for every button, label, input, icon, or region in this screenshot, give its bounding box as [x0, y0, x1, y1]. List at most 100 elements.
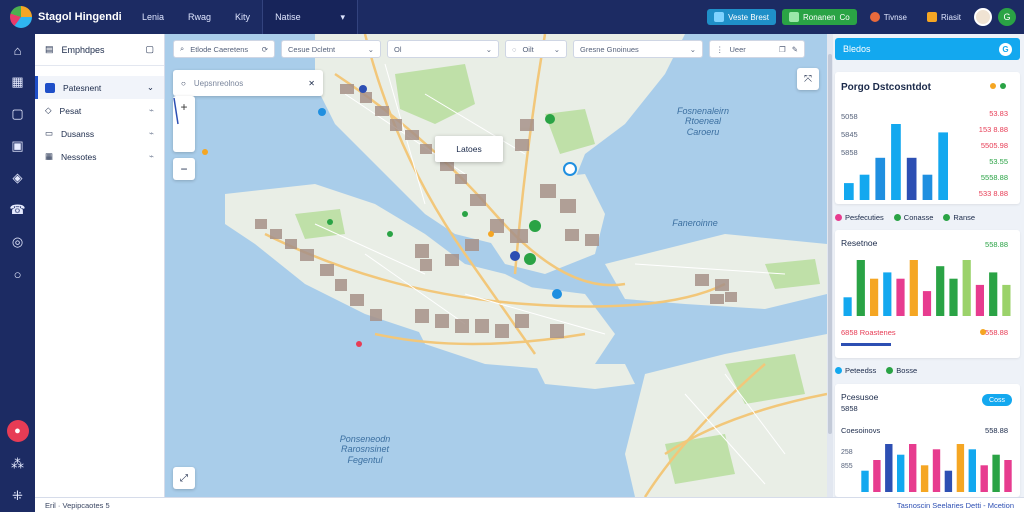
scrollbar-thumb[interactable] [828, 54, 832, 434]
phone-icon[interactable]: ☎ [0, 194, 35, 226]
chart-bar[interactable] [870, 278, 879, 316]
link-icon[interactable]: ⌁ [149, 151, 154, 162]
panel-scrollbar[interactable] [827, 34, 833, 497]
map-canvas[interactable] [165, 34, 827, 497]
panel-header-button[interactable]: G [999, 42, 1012, 56]
profile-button[interactable]: G [998, 8, 1016, 26]
chart-bar[interactable] [883, 272, 892, 316]
layers-icon[interactable]: ◈ [0, 162, 35, 194]
home-icon[interactable]: ⌂ [0, 34, 35, 66]
chart-bar[interactable] [962, 260, 971, 316]
chart-bar[interactable] [1004, 460, 1012, 492]
legend-item[interactable]: Peteedss [835, 366, 876, 375]
status-dot-icon [990, 83, 996, 89]
filter-select-2[interactable]: Cesue Dcletnt ⌄ [281, 40, 381, 58]
chart-bar[interactable] [859, 174, 870, 200]
chart-bar[interactable] [922, 291, 932, 316]
chart-bar[interactable] [906, 157, 917, 200]
primary-action-button[interactable]: Veste Brest [707, 9, 776, 25]
chart-bar[interactable] [885, 444, 893, 492]
search-icon[interactable]: ○ [0, 258, 35, 290]
zoom-out-button[interactable]: − [173, 158, 195, 180]
alert-icon[interactable]: ● [6, 420, 29, 442]
secondary-action-button[interactable]: Ronanen Co [782, 9, 857, 25]
apps-icon[interactable]: ⁂ [0, 448, 35, 480]
user-avatar[interactable] [974, 8, 992, 26]
legend-item[interactable]: Ranse [943, 213, 975, 222]
chart-bar[interactable] [844, 183, 854, 200]
monitor-icon [714, 12, 725, 22]
chart-bar[interactable] [920, 465, 929, 492]
map-search[interactable]: ○ Uepsnreolnos ✕ [173, 70, 323, 96]
chart-bar[interactable] [938, 132, 948, 200]
link-icon[interactable]: ⌁ [149, 128, 154, 139]
nav-label: Natise [275, 12, 301, 22]
chart-bar[interactable] [956, 444, 965, 492]
chart-bar[interactable] [909, 444, 917, 492]
filter-chip[interactable]: Coss [982, 394, 1012, 406]
nav-item-2[interactable]: Rwag [176, 0, 223, 34]
chart-bar[interactable] [873, 460, 881, 492]
chart-bar[interactable] [875, 157, 886, 200]
chart-bar[interactable] [989, 272, 998, 316]
menu-item-2[interactable]: Riasit [920, 9, 968, 25]
chart-bar[interactable] [861, 470, 869, 492]
progress-line [841, 343, 891, 346]
layer-item[interactable]: ◇ Pesat ⌁ [35, 99, 164, 122]
chart-bar[interactable] [980, 465, 988, 492]
grid-icon[interactable]: ▦ [0, 66, 35, 98]
map-view[interactable]: ⌕ Etlode Caeretens ⟳ Cesue Dcletnt ⌄ Ol ⌄ ◌ O… [165, 34, 827, 497]
filter-select-4[interactable]: ◌ Oilt ⌄ [505, 40, 567, 58]
folder-icon[interactable]: ▣ [0, 130, 35, 162]
chart-bar[interactable] [843, 297, 852, 316]
filter-select-6[interactable]: ⋮ Ueer ❐ ✎ [709, 40, 805, 58]
chart-bar[interactable] [949, 278, 958, 316]
square-icon[interactable]: ▢ [0, 98, 35, 130]
panel-header-title: Bledos [843, 44, 871, 54]
menu-item-1[interactable]: Tivnse [863, 9, 914, 25]
collapse-icon[interactable]: ▢ [145, 44, 154, 55]
chart-bar[interactable] [856, 260, 865, 316]
filter-select-1[interactable]: ⌕ Etlode Caeretens ⟳ [173, 40, 275, 58]
filter-select-5[interactable]: Gresne Gnoinues ⌄ [573, 40, 703, 58]
chart-bar[interactable] [936, 266, 945, 316]
chart-bar[interactable] [897, 454, 905, 492]
map-popup[interactable]: Latoes [435, 136, 503, 162]
chevron-down-icon[interactable]: ⌄ [147, 82, 154, 93]
layer-item[interactable]: ▭ Dusanss ⌁ [35, 122, 164, 145]
chart-bar[interactable] [932, 449, 941, 492]
nav-item-4[interactable]: Natise ▾ [262, 0, 359, 34]
legend-item[interactable]: Pesfecuties [835, 213, 884, 222]
close-icon[interactable]: ✕ [308, 79, 315, 88]
chart-bar[interactable] [968, 449, 976, 492]
legend-item[interactable]: Conasse [893, 212, 934, 222]
layer-item[interactable]: Patesnent ⌄ [35, 76, 164, 99]
legend-label: Conasse [903, 212, 934, 222]
nav-item-3[interactable]: Kity [223, 0, 262, 34]
fullscreen-button[interactable]: ⤢ [173, 467, 195, 489]
chart-bar[interactable] [992, 454, 1000, 492]
compass-icon[interactable]: ◎ [0, 226, 35, 258]
card-value: 53.55 [989, 157, 1008, 166]
chart-bar[interactable] [975, 284, 984, 316]
brand[interactable]: Stagol Hingendi [0, 6, 130, 28]
search-input[interactable]: Uepsnreolnos [194, 79, 300, 88]
legend-swatch-icon [893, 213, 901, 221]
nav-item-1[interactable]: Lenia [130, 0, 176, 34]
link-icon[interactable]: ⌁ [149, 105, 154, 116]
chart-bar[interactable] [896, 278, 905, 316]
layer-item[interactable]: ▦ Nessotes ⌁ [35, 145, 164, 168]
layer-icon [45, 82, 55, 93]
locate-button[interactable]: ⤧ [797, 68, 819, 90]
chart-bar[interactable] [922, 174, 933, 200]
left-rail: ⌂ ▦ ▢ ▣ ◈ ☎ ◎ ○ ● ⁂ ⁜ [0, 34, 35, 512]
filter-select-3[interactable]: Ol ⌄ [387, 40, 499, 58]
chart-bar[interactable] [1002, 284, 1011, 316]
legend-item[interactable]: Bosse [886, 366, 917, 375]
chart-bar[interactable] [891, 124, 901, 200]
zoom-slider[interactable] [173, 97, 195, 152]
settings-icon[interactable]: ⁜ [0, 480, 35, 512]
card-value: 533 8.88 [978, 189, 1008, 198]
chart-bar[interactable] [944, 470, 953, 492]
chart-bar[interactable] [909, 260, 918, 316]
